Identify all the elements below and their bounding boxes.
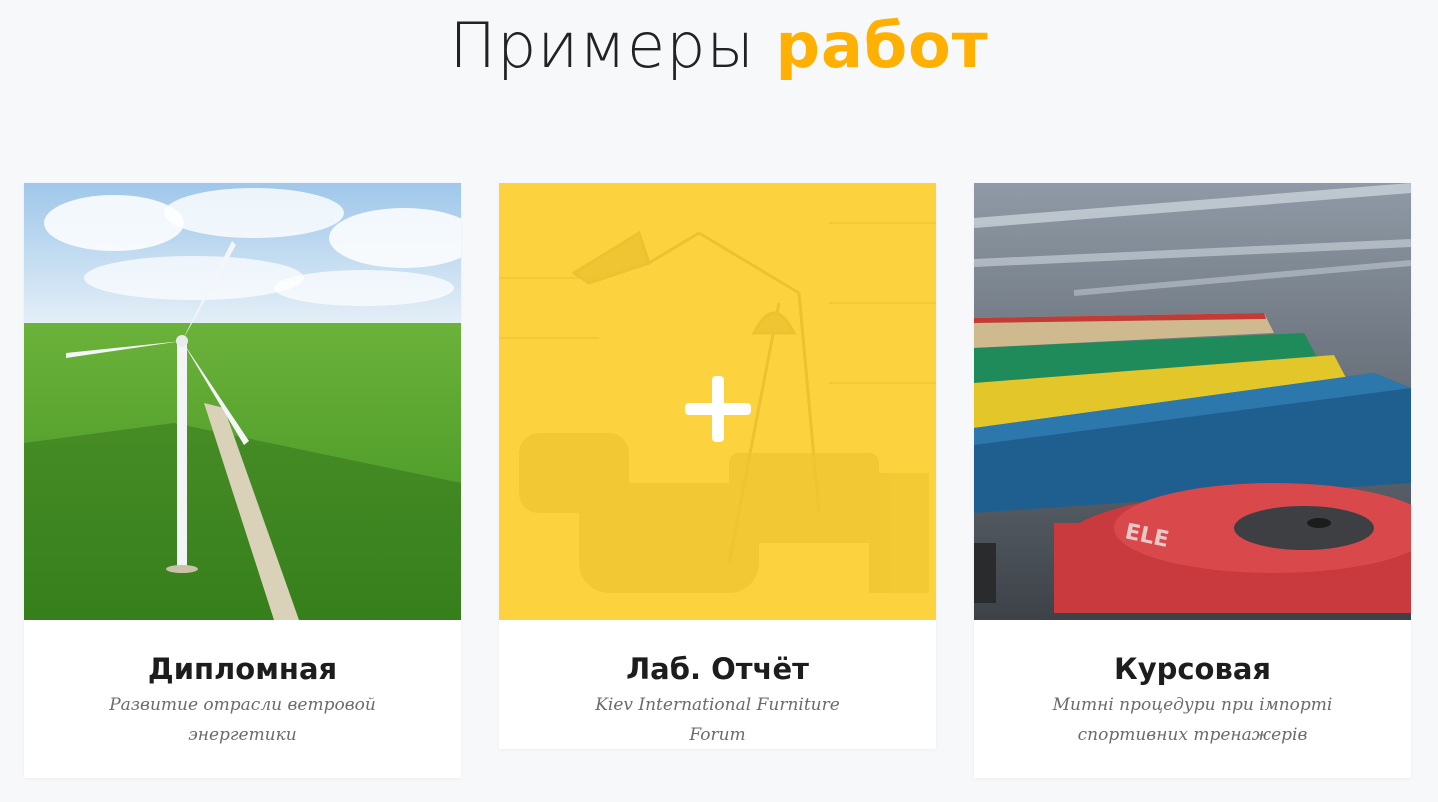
- card-title[interactable]: Лаб. Отчёт: [499, 652, 936, 686]
- portfolio-card-lab-report[interactable]: Лаб. Отчёт Kiev International Furniture …: [499, 183, 936, 749]
- card-title[interactable]: Курсовая: [974, 652, 1411, 686]
- card-subtitle: Kiev International Furniture Forum: [595, 695, 840, 745]
- portfolio-card-coursework[interactable]: ELE Курсовая Митні процедури при імпорті…: [974, 183, 1411, 778]
- wind-turbine-image[interactable]: [24, 183, 461, 620]
- portfolio-card-diploma[interactable]: Дипломная Развитие отрасли ветровой энер…: [24, 183, 461, 778]
- section-title-accent: работ: [775, 9, 989, 82]
- furniture-interior-image[interactable]: [499, 183, 936, 620]
- section-title: Примеры работ: [0, 6, 1438, 86]
- plus-icon[interactable]: [685, 376, 751, 442]
- card-title[interactable]: Дипломная: [24, 652, 461, 686]
- weight-plates-image[interactable]: ELE: [974, 183, 1411, 620]
- card-subtitle: Митні процедури при імпорті спортивних т…: [1052, 695, 1333, 745]
- card-subtitle: Развитие отрасли ветровой энергетики: [109, 695, 376, 745]
- section-title-light: Примеры: [449, 9, 776, 82]
